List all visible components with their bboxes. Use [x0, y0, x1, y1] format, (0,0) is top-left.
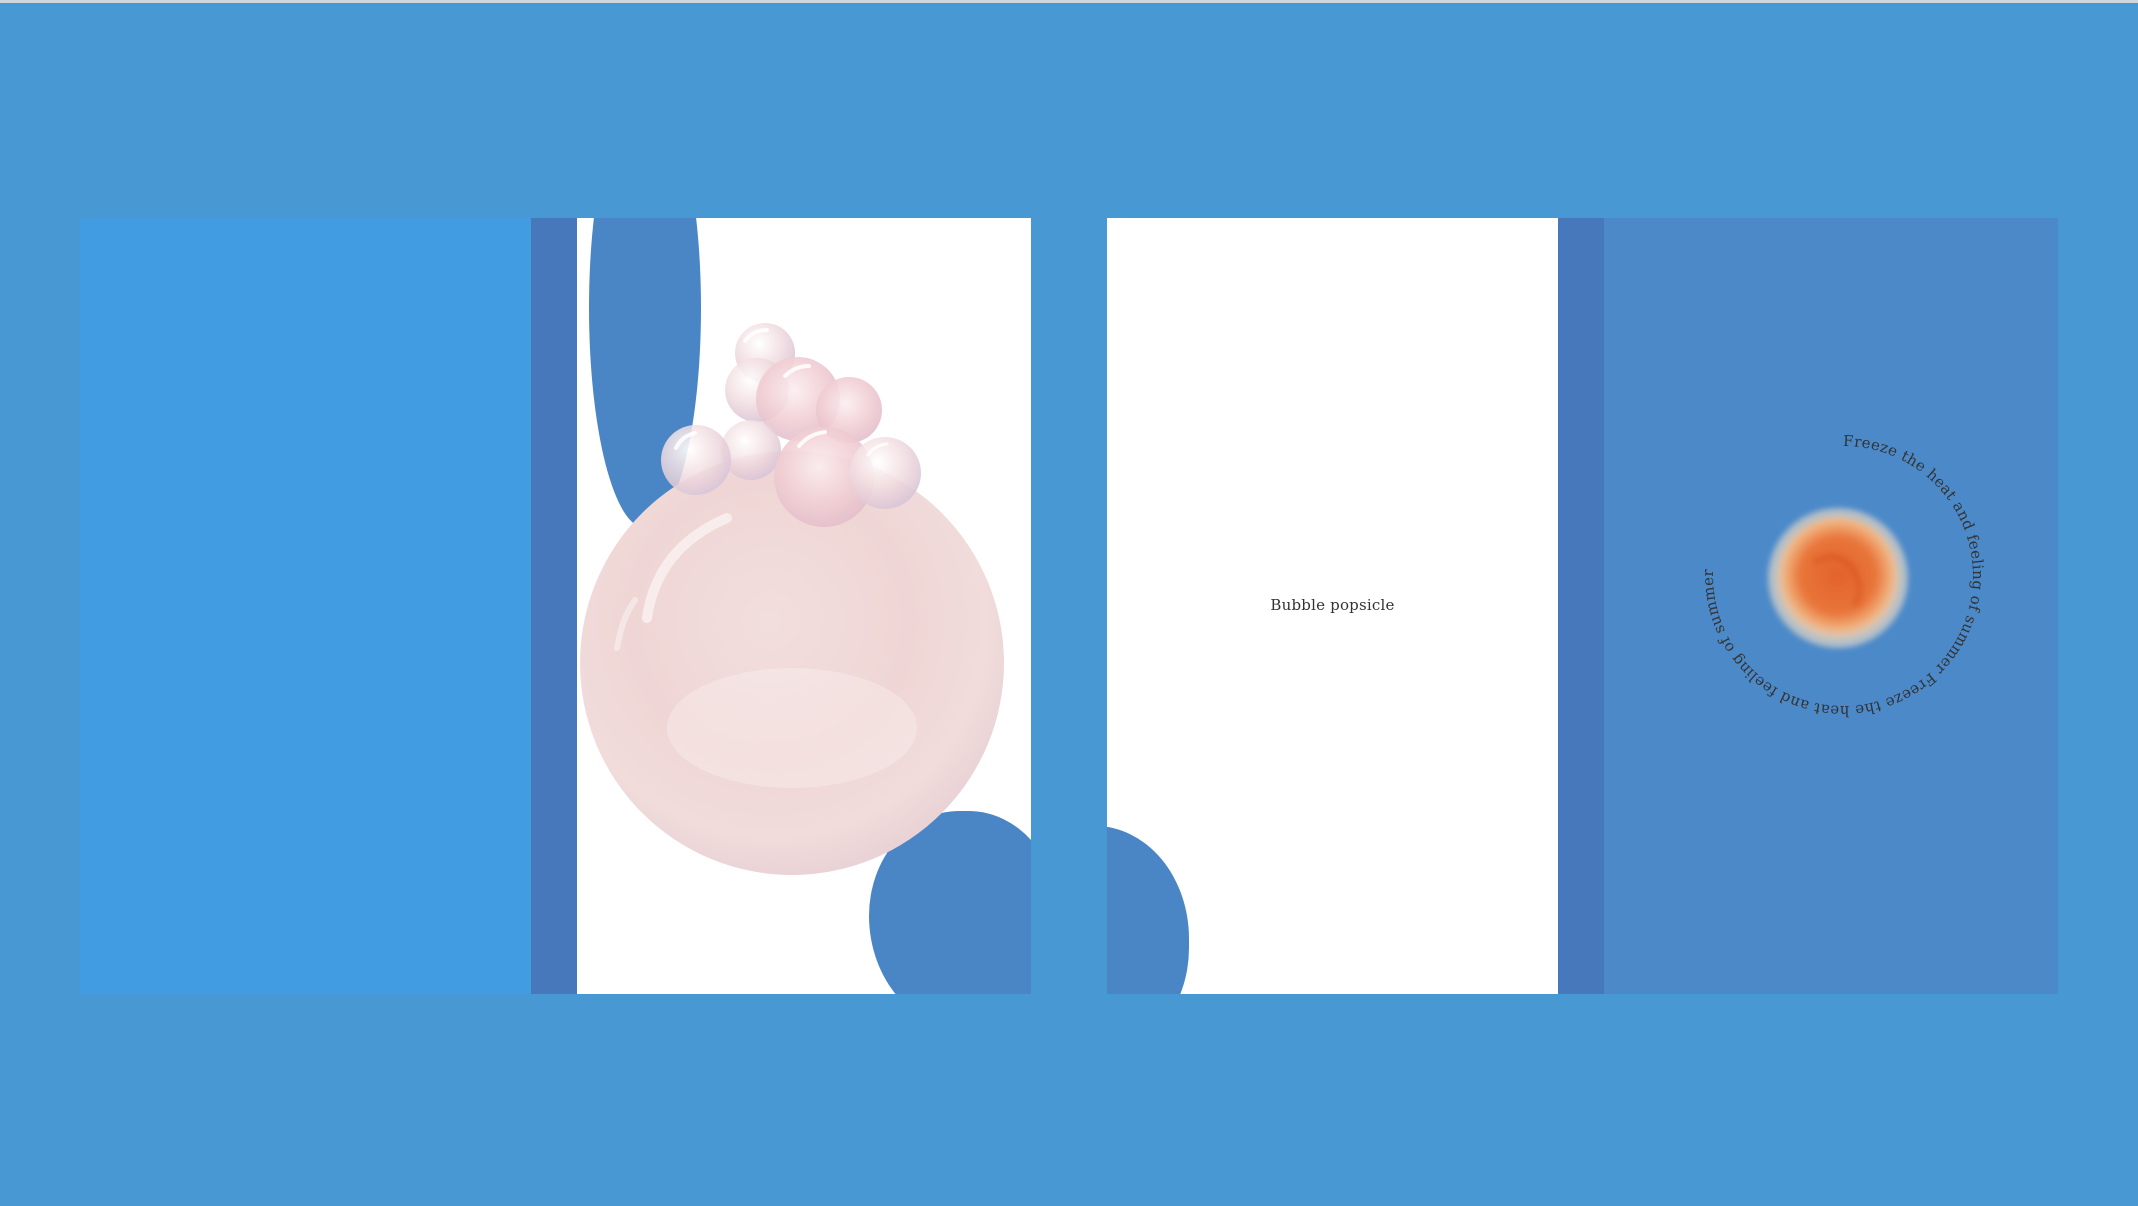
circular-tagline: Freeze the heat and feeling of summer Fr…: [1699, 432, 1987, 720]
illustration-page: [577, 218, 1031, 994]
left-spread-spine: [531, 218, 577, 994]
cover-page: Freeze the heat and feeling of summer Fr…: [1604, 218, 2058, 994]
ring-tagline-text: Freeze the heat and feeling of summer Fr…: [1699, 432, 1987, 720]
left-spread: [80, 218, 1031, 994]
book-title: Bubble popsicle: [1270, 596, 1395, 614]
right-spread: Bubble popsicle Freeze the heat and feel…: [1107, 218, 2058, 994]
right-spread-spine: [1558, 218, 1604, 994]
bubble-cluster-illustration: [580, 323, 1004, 875]
svg-text:Freeze the heat and feeling of: Freeze the heat and feeling of summer Fr…: [1699, 432, 1987, 720]
blue-blob-bottom-left: [1107, 826, 1189, 994]
window-top-border: [0, 0, 2138, 3]
blank-blue-page: [80, 218, 531, 994]
title-page: Bubble popsicle: [1107, 218, 1558, 994]
